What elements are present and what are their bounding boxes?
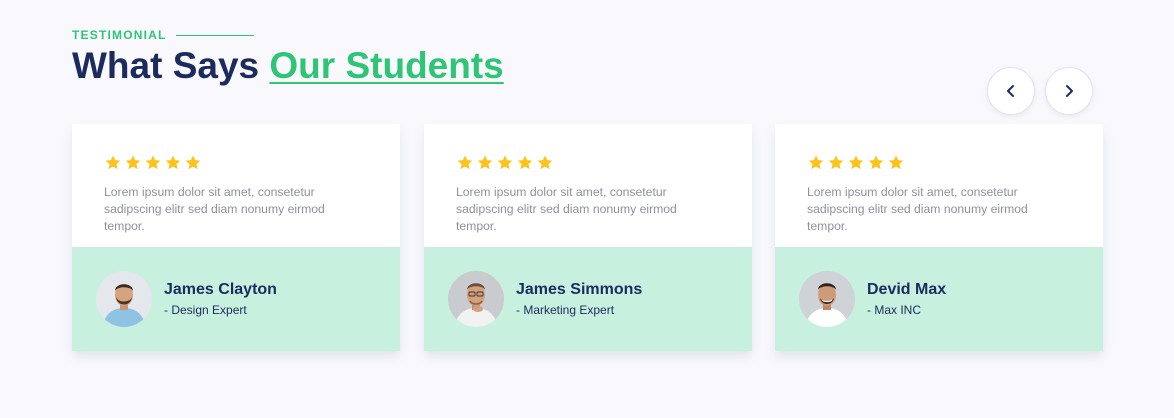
- star-icon: [808, 155, 824, 170]
- star-rating: [456, 154, 720, 172]
- testimonial-card: Lorem ipsum dolor sit amet, consetetur s…: [775, 124, 1103, 351]
- star-icon: [868, 155, 884, 170]
- author-name: Devid Max: [867, 281, 947, 298]
- star-icon: [185, 155, 201, 170]
- testimonial-body: Lorem ipsum dolor sit amet, consetetur s…: [72, 124, 400, 247]
- testimonial-body: Lorem ipsum dolor sit amet, consetetur s…: [424, 124, 752, 247]
- avatar: [448, 271, 504, 327]
- eyebrow-label: TESTIMONIAL: [72, 28, 167, 42]
- chevron-right-icon: [1066, 85, 1073, 97]
- testimonial-body: Lorem ipsum dolor sit amet, consetetur s…: [775, 124, 1103, 247]
- author-role: - Max INC: [867, 303, 921, 317]
- testimonial-card: Lorem ipsum dolor sit amet, consetetur s…: [424, 124, 752, 351]
- author-name: James Simmons: [516, 281, 643, 298]
- testimonial-author: James Simmons - Marketing Expert: [424, 247, 752, 351]
- star-icon: [165, 155, 181, 170]
- heading-accent-link[interactable]: Our Students: [269, 45, 503, 86]
- chevron-left-icon: [1007, 85, 1014, 97]
- star-icon: [848, 155, 864, 170]
- star-icon: [457, 155, 473, 170]
- next-testimonial-button[interactable]: [1045, 67, 1093, 115]
- star-icon: [145, 155, 161, 170]
- star-icon: [477, 155, 493, 170]
- testimonial-author: James Clayton - Design Expert: [72, 247, 400, 351]
- author-role: - Marketing Expert: [516, 303, 615, 317]
- section-heading: What Says Our Students: [72, 44, 504, 88]
- prev-testimonial-button[interactable]: [987, 67, 1035, 115]
- avatar: [799, 271, 855, 327]
- testimonial-section: TESTIMONIAL What Says Our Students Lorem…: [0, 0, 1174, 418]
- testimonial-card: Lorem ipsum dolor sit amet, consetetur s…: [72, 124, 400, 351]
- eyebrow-divider: [175, 34, 254, 36]
- star-rating: [104, 154, 368, 172]
- section-eyebrow: TESTIMONIAL: [72, 28, 254, 42]
- testimonial-quote: Lorem ipsum dolor sit amet, consetetur s…: [104, 185, 325, 233]
- star-icon: [497, 155, 513, 170]
- testimonial-quote: Lorem ipsum dolor sit amet, consetetur s…: [456, 185, 677, 233]
- avatar: [96, 271, 152, 327]
- star-icon: [125, 155, 141, 170]
- star-icon: [537, 155, 553, 170]
- star-rating: [807, 154, 1071, 172]
- star-icon: [828, 155, 844, 170]
- testimonial-author: Devid Max - Max INC: [775, 247, 1103, 351]
- author-role: - Design Expert: [164, 303, 247, 317]
- heading-prefix: What Says: [72, 45, 260, 86]
- star-icon: [517, 155, 533, 170]
- author-name: James Clayton: [164, 281, 277, 298]
- testimonial-quote: Lorem ipsum dolor sit amet, consetetur s…: [807, 185, 1028, 233]
- star-icon: [105, 155, 121, 170]
- star-icon: [888, 155, 904, 170]
